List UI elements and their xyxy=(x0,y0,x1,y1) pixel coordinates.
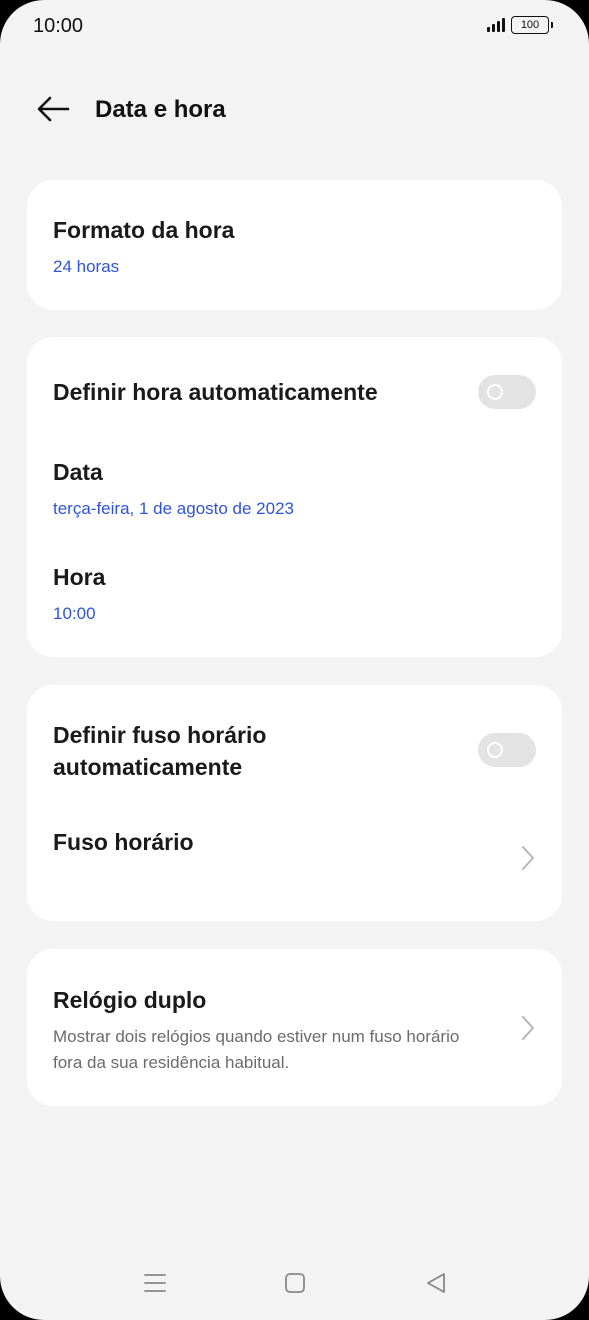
auto-timezone-row[interactable]: Definir fuso horário automaticamente xyxy=(53,719,442,783)
triangle-back-icon[interactable] xyxy=(422,1270,450,1296)
card-time-format: Formato da hora 24 horas xyxy=(27,180,562,310)
chevron-right-icon[interactable] xyxy=(520,845,536,871)
signal-icon xyxy=(487,18,505,32)
card-date-time: Definir hora automaticamente Data terça-… xyxy=(27,337,562,657)
date-row[interactable]: Data terça-feira, 1 de agosto de 2023 xyxy=(53,456,536,520)
dual-clock-title: Relógio duplo xyxy=(53,987,207,1013)
status-icons: 100 xyxy=(487,16,553,34)
auto-timezone-title: Definir fuso horário automaticamente xyxy=(53,722,267,780)
menu-icon[interactable] xyxy=(141,1270,169,1296)
time-format-title: Formato da hora xyxy=(53,217,235,243)
dual-clock-description: Mostrar dois relógios quando estiver num… xyxy=(53,1027,460,1072)
time-value: 10:00 xyxy=(53,604,96,623)
time-row[interactable]: Hora 10:00 xyxy=(53,561,536,625)
time-format-row[interactable]: Formato da hora 24 horas xyxy=(53,214,536,278)
dual-clock-row[interactable]: Relógio duplo Mostrar dois relógios quan… xyxy=(53,984,482,1076)
status-time: 10:00 xyxy=(33,15,84,37)
date-value: terça-feira, 1 de agosto de 2023 xyxy=(53,499,294,518)
card-dual-clock: Relógio duplo Mostrar dois relógios quan… xyxy=(27,949,562,1106)
toggle-knob xyxy=(487,384,503,400)
timezone-title: Fuso horário xyxy=(53,829,194,855)
auto-time-toggle[interactable] xyxy=(478,375,536,409)
card-timezone: Definir fuso horário automaticamente Fus… xyxy=(27,685,562,921)
auto-time-title: Definir hora automaticamente xyxy=(53,379,378,405)
auto-time-row[interactable]: Definir hora automaticamente xyxy=(53,376,536,408)
arrow-left-icon[interactable] xyxy=(36,94,70,124)
chevron-right-icon[interactable] xyxy=(520,1015,536,1041)
time-format-value: 24 horas xyxy=(53,257,120,276)
toggle-knob xyxy=(487,742,503,758)
timezone-row[interactable]: Fuso horário xyxy=(53,826,482,858)
app-header: Data e hora xyxy=(0,82,589,138)
navigation-bar xyxy=(0,1262,589,1302)
page-title: Data e hora xyxy=(95,96,226,123)
battery-icon: 100 xyxy=(511,16,553,34)
date-title: Data xyxy=(53,459,103,485)
auto-timezone-toggle[interactable] xyxy=(478,733,536,767)
time-title: Hora xyxy=(53,564,106,590)
home-square-icon[interactable] xyxy=(281,1270,309,1296)
phone-screen: 10:00 100 Data e hora Formato da hora 24… xyxy=(0,0,589,1320)
status-bar: 10:00 100 xyxy=(0,0,589,56)
